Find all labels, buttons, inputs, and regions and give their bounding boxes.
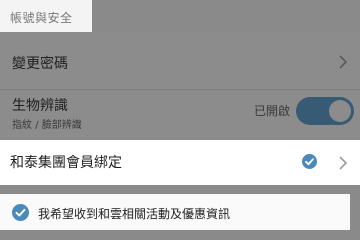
consent-row: 我希望收到和雲相關活動及優惠資訊	[0, 194, 350, 230]
biometrics-status: 已開啟	[253, 104, 290, 118]
biometrics-subtitle: 指紋 / 臉部辨識	[12, 120, 82, 131]
change-password-label: 變更密碼	[12, 56, 68, 72]
consent-checkbox[interactable]	[12, 204, 29, 221]
member-binding-row[interactable]: 和泰集團會員綁定	[0, 140, 360, 185]
check-circle-icon	[302, 154, 317, 169]
member-binding-label: 和泰集團會員綁定	[10, 155, 122, 171]
toggle-knob	[329, 100, 351, 122]
change-password-row[interactable]: 變更密碼	[0, 32, 360, 90]
section-title: 帳號與安全	[10, 11, 73, 25]
section-header: 帳號與安全	[0, 0, 92, 32]
biometrics-label: 生物辨識	[12, 98, 68, 114]
biometrics-toggle[interactable]	[296, 97, 354, 125]
chevron-right-icon	[338, 155, 348, 170]
consent-label: 我希望收到和雲相關活動及優惠資訊	[38, 207, 231, 221]
chevron-right-icon	[338, 54, 348, 69]
